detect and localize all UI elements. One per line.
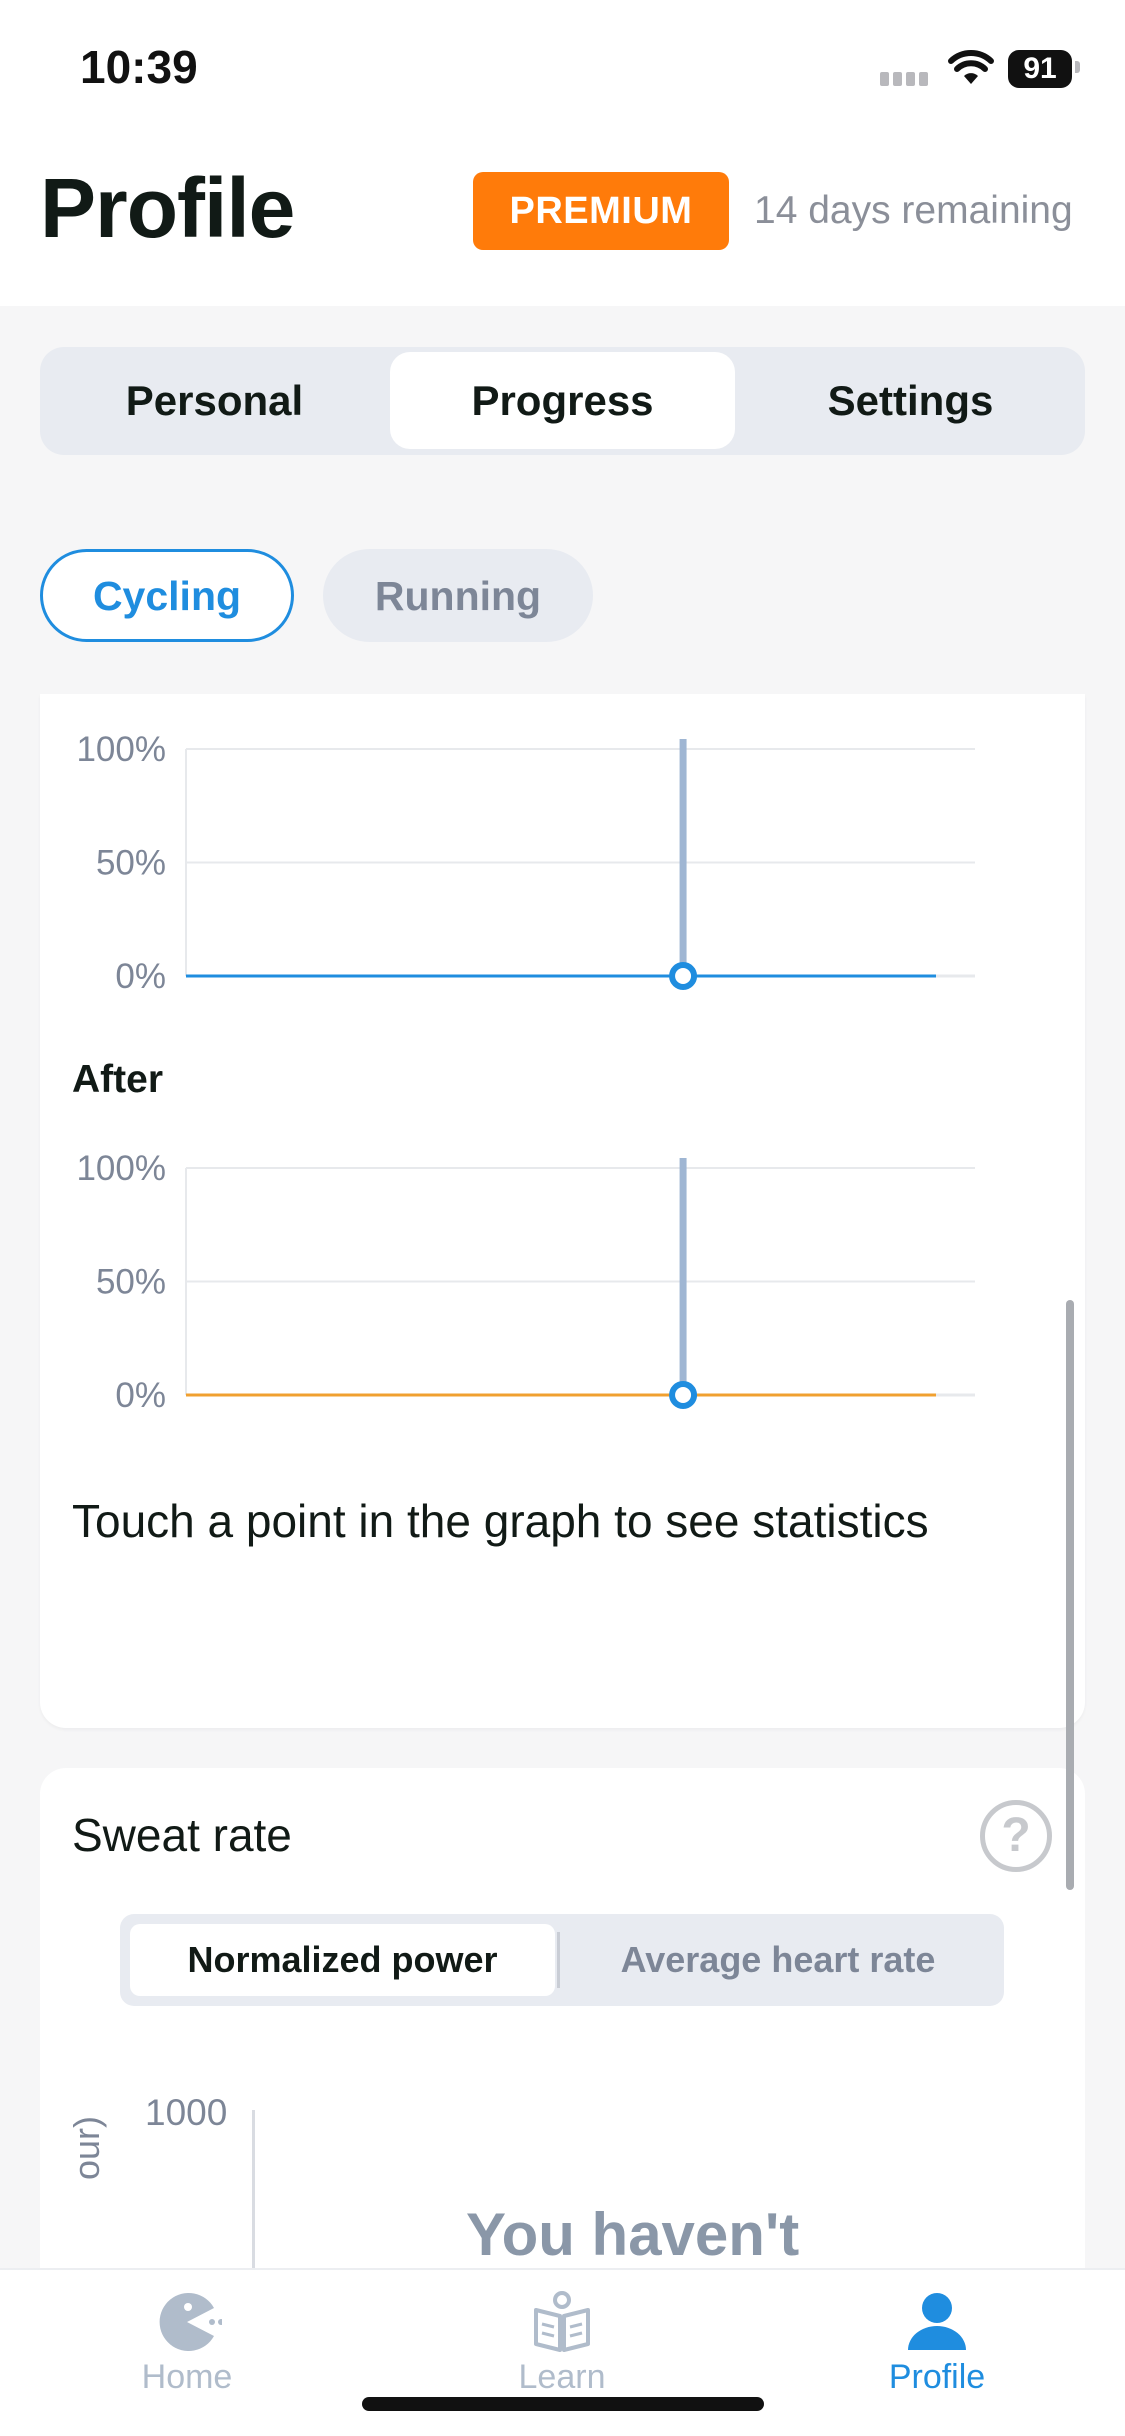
pacman-icon [77,2290,297,2354]
empty-state-message: You haven't [466,2201,800,2268]
signal-bar-3 [906,72,915,86]
y-tick-label: 0% [115,957,166,996]
battery-tip [1075,61,1080,73]
sweat-y-axis [252,2110,255,2270]
nav-home[interactable]: Home [77,2290,297,2397]
status-time: 10:39 [80,41,198,93]
cycling-pill[interactable]: Cycling [40,549,294,642]
after-chart-label: After [72,1058,164,1101]
nav-profile[interactable]: Profile [827,2290,1047,2397]
before-chart[interactable]: 100% 50% 0% [60,712,1000,1002]
status-icons: 91 [880,48,1090,92]
y-tick-label: 100% [76,1149,166,1188]
nav-learn[interactable]: Learn [452,2290,672,2397]
battery-icon: 91 [1008,50,1072,88]
nav-home-label: Home [141,2358,233,2396]
y-tick-label: 100% [76,730,166,769]
sweat-y-axis-label: our) [66,2115,107,2180]
selected-point [669,962,698,990]
signal-bar-1 [880,72,889,86]
tab-settings[interactable]: Settings [738,352,1083,449]
book-icon [452,2290,672,2354]
running-pill[interactable]: Running [323,549,593,642]
y-tick-label: 50% [96,1263,166,1302]
scrollbar[interactable] [1066,1300,1074,1890]
page-title: Profile [40,161,295,255]
nav-profile-label: Profile [888,2358,986,2396]
average-heart-rate-option[interactable]: Average heart rate [560,1924,996,1996]
signal-bar-2 [893,72,902,86]
tab-personal[interactable]: Personal [42,352,387,449]
signal-bar-4 [919,72,928,86]
y-tick-label: 0% [115,1376,166,1415]
premium-badge[interactable]: PREMIUM [473,172,729,250]
person-icon [827,2290,1047,2354]
touch-hint-text: Touch a point in the graph to see statis… [72,1495,929,1547]
normalized-power-option[interactable]: Normalized power [130,1924,555,1996]
wifi-icon [948,50,994,84]
sweat-rate-title: Sweat rate [72,1809,292,1861]
y-tick-label: 50% [96,844,166,883]
after-chart[interactable]: 100% 50% 0% [60,1131,1000,1421]
tab-progress[interactable]: Progress [390,352,735,449]
days-remaining-text: 14 days remaining [754,189,1073,232]
selected-point [669,1381,698,1409]
sweat-y-tick: 1000 [145,2092,228,2133]
nav-learn-label: Learn [518,2358,606,2396]
home-indicator[interactable] [362,2397,764,2411]
help-icon[interactable]: ? [980,1800,1052,1872]
